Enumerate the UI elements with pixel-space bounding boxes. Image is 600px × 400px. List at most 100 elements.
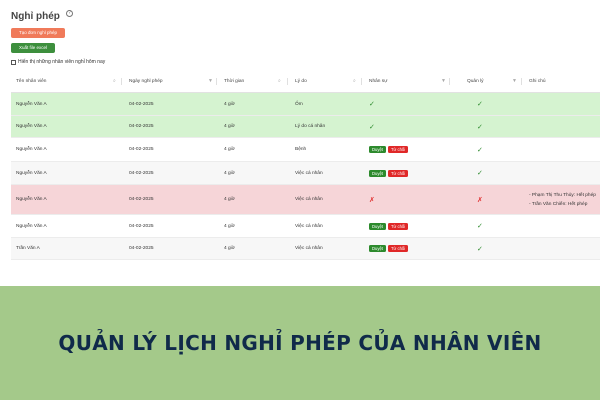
column-header-notes[interactable]: Ghi chú [529, 70, 546, 93]
table-body: Nguyễn Văn A 04-02-2025 4 giờ Ốm ✓ ✓ Nguyễn Vă… [11, 93, 600, 260]
manager-approval-cell: ✓ [477, 162, 483, 184]
employee-name-cell: Nguyễn Văn A [16, 124, 47, 129]
filter-icon[interactable]: ▼ [512, 70, 517, 93]
check-icon: ✓ [477, 101, 483, 108]
table-row[interactable]: Nguyễn Văn A 04-02-2025 4 giờ Lý do cá nhân… [11, 116, 600, 138]
hr-approval-cell: Duyệt Từ chối [369, 138, 410, 161]
reason-cell: Việc cá nhân [295, 223, 323, 229]
leave-date-cell: 04-02-2025 [129, 101, 154, 107]
manager-approval-cell: ✓ [477, 138, 483, 161]
reject-button[interactable]: Từ chối [387, 169, 409, 177]
table-row[interactable]: Trần Văn A 04-02-2025 4 giờ Việc cá nhân Duy… [11, 238, 600, 260]
approve-button[interactable]: Duyệt [369, 222, 386, 230]
create-leave-request-button[interactable]: Tạo đơn nghỉ phép [11, 28, 65, 38]
leave-date-cell: 04-02-2025 [129, 223, 154, 229]
help-icon[interactable]: ? [65, 10, 73, 17]
leave-date-cell: 04-02-2025 [129, 147, 154, 152]
leave-date-cell: 04-02-2025 [129, 124, 154, 129]
reason-cell: Lý do cá nhân [295, 124, 326, 129]
filter-icon[interactable]: ▼ [441, 70, 446, 93]
check-icon: ✓ [369, 101, 375, 108]
check-icon: ✓ [477, 223, 483, 230]
employee-name-cell: Nguyễn Văn A [16, 170, 47, 176]
table-header: Tên nhân viên ⌕ Ngày nghỉ phép ▼ Thời gi… [11, 70, 600, 93]
cross-icon: ✗ [369, 196, 375, 204]
column-header-manager[interactable]: Quản lý [467, 70, 484, 93]
notes-list: - Phạm Thị Thu Thủy: Hết phép - Trần Văn … [529, 193, 596, 207]
check-icon: ✓ [477, 170, 483, 177]
reject-button[interactable]: Từ chối [387, 146, 409, 153]
column-header-hr[interactable]: Nhân sự [369, 70, 387, 93]
duration-cell: 4 giờ [224, 170, 235, 176]
banner-title: QUẢN LÝ LỊCH NGHỈ PHÉP CỦA NHÂN VIÊN [58, 331, 542, 355]
today-filter-label: Hiển thị những nhân viên nghỉ hôm nay [18, 59, 106, 65]
leave-management-panel: Nghỉ phép ? Tạo đơn nghỉ phép Xuất file … [0, 0, 600, 286]
column-divider [361, 78, 362, 85]
manager-approval-cell: ✓ [477, 215, 483, 237]
today-filter[interactable]: Hiển thị những nhân viên nghỉ hôm nay [11, 59, 105, 65]
hr-approval-cell: ✗ [369, 185, 375, 214]
search-icon[interactable]: ⌕ [278, 70, 281, 93]
reason-cell: Việc cá nhân [295, 197, 323, 202]
hr-approval-cell: Duyệt Từ chối [369, 162, 410, 184]
approve-button[interactable]: Duyệt [369, 169, 386, 177]
approve-button[interactable]: Duyệt [369, 146, 386, 153]
duration-cell: 4 giờ [224, 197, 235, 202]
employee-name-cell: Nguyễn Văn A [16, 147, 47, 152]
reason-cell: Việc cá nhân [295, 170, 323, 176]
hr-approval-cell: Duyệt Từ chối [369, 238, 410, 259]
duration-cell: 4 giờ [224, 124, 235, 129]
column-header-employee[interactable]: Tên nhân viên [16, 70, 46, 93]
export-excel-button[interactable]: Xuất file excel [11, 43, 55, 53]
approve-button[interactable]: Duyệt [369, 245, 386, 252]
manager-approval-cell: ✓ [477, 93, 483, 115]
column-header-date[interactable]: Ngày nghỉ phép [129, 70, 163, 93]
reason-cell: Bệnh [295, 147, 307, 152]
column-divider [449, 78, 450, 85]
column-header-reason[interactable]: Lý do [295, 70, 307, 93]
employee-name-cell: Trần Văn A [16, 246, 40, 251]
manager-approval-cell: ✗ [477, 185, 483, 214]
column-divider [287, 78, 288, 85]
reject-button[interactable]: Từ chối [387, 222, 409, 230]
filter-icon[interactable]: ▼ [208, 70, 213, 93]
hr-approval-cell: ✓ [369, 116, 375, 137]
hr-approval-cell: Duyệt Từ chối [369, 215, 410, 237]
check-icon: ✓ [477, 123, 483, 131]
note-item: - Phạm Thị Thu Thủy: Hết phép [529, 192, 596, 198]
table-row[interactable]: Nguyễn Văn A 04-02-2025 4 giờ Ốm ✓ ✓ [11, 93, 600, 116]
employee-name-cell: Nguyễn Văn A [16, 101, 47, 107]
today-filter-checkbox[interactable] [11, 59, 16, 65]
check-icon: ✓ [477, 245, 483, 253]
duration-cell: 4 giờ [224, 101, 235, 107]
duration-cell: 4 giờ [224, 246, 235, 251]
leave-date-cell: 04-02-2025 [129, 170, 154, 176]
table-row[interactable]: Nguyễn Văn A 04-02-2025 4 giờ Việc cá nhân D… [11, 215, 600, 238]
search-icon[interactable]: ⌕ [353, 70, 356, 93]
banner: QUẢN LÝ LỊCH NGHỈ PHÉP CỦA NHÂN VIÊN [0, 286, 600, 400]
manager-approval-cell: ✓ [477, 116, 483, 137]
reject-button[interactable]: Từ chối [387, 245, 409, 252]
hr-approval-cell: ✓ [369, 93, 375, 115]
reason-cell: Ốm [295, 101, 303, 107]
note-item: - Trần Văn Chiến: Hết phép [529, 201, 588, 207]
leave-table: Tên nhân viên ⌕ Ngày nghỉ phép ▼ Thời gi… [11, 70, 600, 260]
check-icon: ✓ [369, 123, 375, 131]
table-row[interactable]: Nguyễn Văn A 04-02-2025 4 giờ Việc cá nhân D… [11, 162, 600, 185]
reason-cell: Việc cá nhân [295, 246, 323, 251]
search-icon[interactable]: ⌕ [113, 70, 116, 93]
employee-name-cell: Nguyễn Văn A [16, 197, 47, 202]
check-icon: ✓ [477, 146, 483, 154]
page-title: Nghỉ phép [11, 11, 60, 22]
notes-cell: - Phạm Thị Thu Thủy: Hết phép - Trần Văn … [529, 185, 596, 214]
manager-approval-cell: ✓ [477, 238, 483, 259]
leave-date-cell: 04-02-2025 [129, 197, 154, 202]
duration-cell: 4 giờ [224, 223, 235, 229]
title-row: Nghỉ phép ? [11, 10, 73, 22]
table-row[interactable]: Nguyễn Văn A 04-02-2025 4 giờ Việc cá nhân ✗… [11, 185, 600, 215]
leave-date-cell: 04-02-2025 [129, 246, 154, 251]
table-row[interactable]: Nguyễn Văn A 04-02-2025 4 giờ Bệnh Duyệt Từ c… [11, 138, 600, 162]
column-divider [521, 78, 522, 85]
column-header-duration[interactable]: Thời gian [224, 70, 244, 93]
column-divider [216, 78, 217, 85]
